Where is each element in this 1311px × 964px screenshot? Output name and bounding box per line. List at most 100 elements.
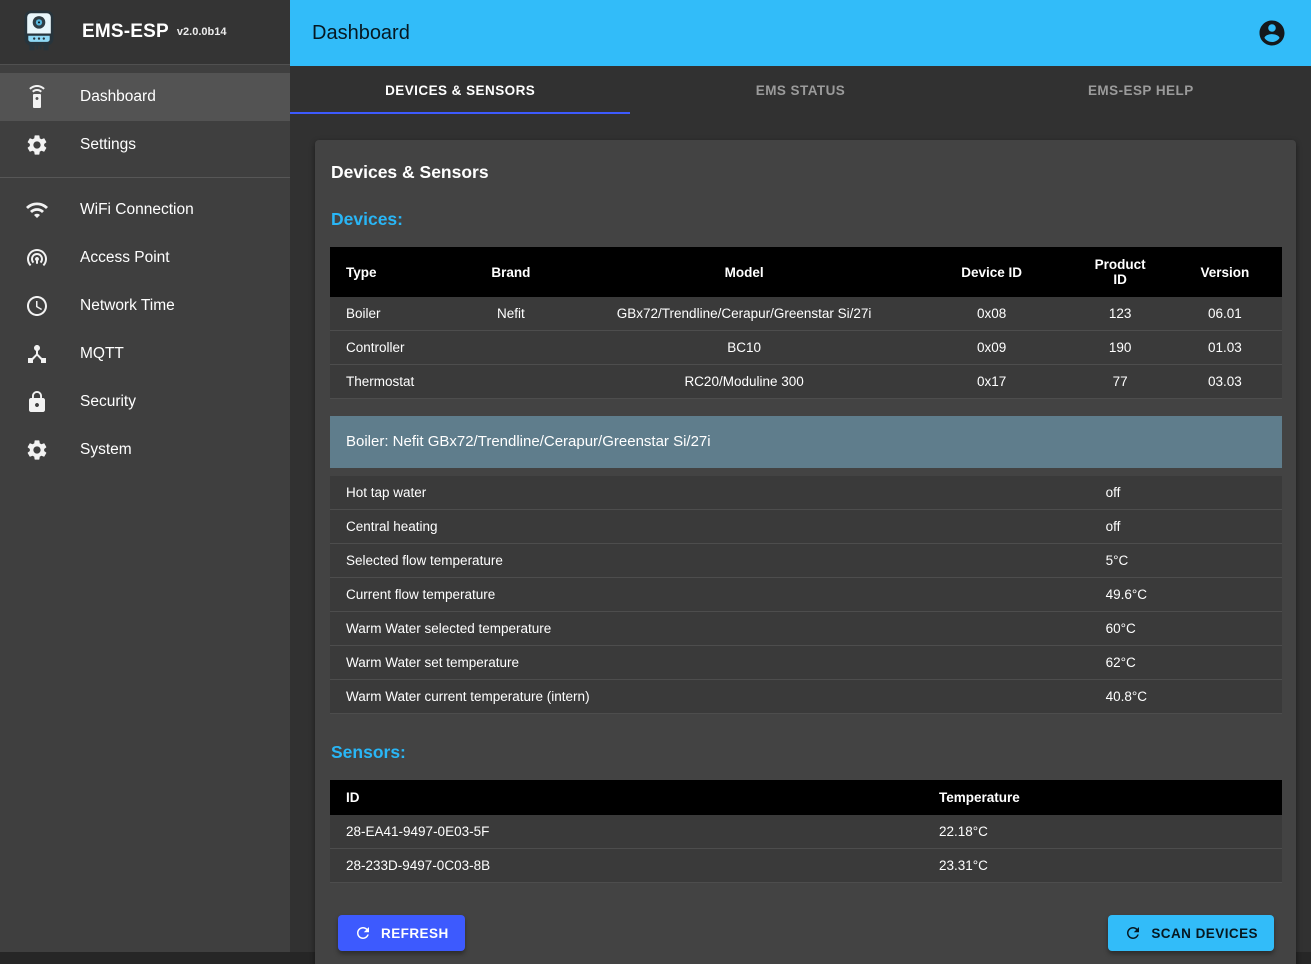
cell-metric-value: 40.8°C <box>1092 680 1282 714</box>
sidebar-item-security[interactable]: Security <box>0 378 290 426</box>
sidebar-item-label: MQTT <box>80 345 124 363</box>
column-header-type: Type <box>330 247 444 297</box>
column-header-version: Version <box>1168 247 1282 297</box>
column-header-model: Model <box>578 247 911 297</box>
clock-icon <box>25 294 49 318</box>
cell-brand: Nefit <box>444 297 577 331</box>
cell-device-id: 0x08 <box>911 297 1073 331</box>
cell-sensor-temperature: 23.31°C <box>925 849 1282 883</box>
sidebar-header: EMS-ESP v2.0.0b14 <box>0 0 290 65</box>
refresh-icon <box>354 924 372 942</box>
tab-devices-sensors[interactable]: DEVICES & SENSORS <box>290 66 630 114</box>
column-header-product-id: Product ID <box>1073 247 1168 297</box>
table-row: Warm Water set temperature 62°C <box>330 646 1282 680</box>
tab-ems-status[interactable]: EMS STATUS <box>630 66 970 114</box>
sidebar-item-label: Access Point <box>80 249 170 267</box>
account-circle-icon[interactable] <box>1257 18 1287 48</box>
devices-sensors-card: Devices & Sensors Devices: Type Brand Mo… <box>315 140 1296 964</box>
wifi-tethering-icon <box>25 246 49 270</box>
sidebar-item-access-point[interactable]: Access Point <box>0 234 290 282</box>
boiler-section-header: Boiler: Nefit GBx72/Trendline/Cerapur/Gr… <box>330 416 1282 468</box>
sidebar-item-settings[interactable]: Settings <box>0 121 290 169</box>
ems-esp-logo-icon <box>18 9 60 55</box>
sidebar-item-dashboard[interactable]: Dashboard <box>0 73 290 121</box>
cell-metric-name: Current flow temperature <box>330 578 1092 612</box>
content-scroll-area[interactable]: Devices & Sensors Devices: Type Brand Mo… <box>290 114 1311 964</box>
tab-bar: DEVICES & SENSORS EMS STATUS EMS-ESP HEL… <box>290 66 1311 114</box>
cell-type: Thermostat <box>330 365 444 399</box>
app-version: v2.0.0b14 <box>177 26 227 38</box>
cell-metric-value: 49.6°C <box>1092 578 1282 612</box>
refresh-icon <box>1124 924 1142 942</box>
cell-model: BC10 <box>578 331 911 365</box>
column-header-id: ID <box>330 780 925 815</box>
cell-product-id: 77 <box>1073 365 1168 399</box>
card-title: Devices & Sensors <box>331 162 1282 183</box>
sidebar-item-system[interactable]: System <box>0 426 290 474</box>
devices-table-header-row: Type Brand Model Device ID Product ID Ve… <box>330 247 1282 297</box>
gear-icon <box>25 133 49 157</box>
column-header-brand: Brand <box>444 247 577 297</box>
cell-metric-name: Hot tap water <box>330 476 1092 510</box>
table-row: Warm Water selected temperature 60°C <box>330 612 1282 646</box>
active-tab-indicator <box>290 112 630 114</box>
refresh-button[interactable]: REFRESH <box>338 915 465 951</box>
gear-icon <box>25 438 49 462</box>
table-row: Current flow temperature 49.6°C <box>330 578 1282 612</box>
cell-model: RC20/Moduline 300 <box>578 365 911 399</box>
sidebar-item-label: Security <box>80 393 136 411</box>
devices-table: Type Brand Model Device ID Product ID Ve… <box>330 247 1282 399</box>
devices-section-heading: Devices: <box>331 209 1282 230</box>
cell-metric-name: Warm Water set temperature <box>330 646 1092 680</box>
cell-version: 03.03 <box>1168 365 1282 399</box>
cell-model: GBx72/Trendline/Cerapur/Greenstar Si/27i <box>578 297 911 331</box>
sidebar-item-network-time[interactable]: Network Time <box>0 282 290 330</box>
cell-device-id: 0x17 <box>911 365 1073 399</box>
cell-metric-value: off <box>1092 510 1282 544</box>
cell-brand <box>444 365 577 399</box>
table-row: Central heating off <box>330 510 1282 544</box>
refresh-button-label: REFRESH <box>381 926 449 941</box>
column-header-device-id: Device ID <box>911 247 1073 297</box>
table-row: Boiler Nefit GBx72/Trendline/Cerapur/Gre… <box>330 297 1282 331</box>
cell-metric-value: 62°C <box>1092 646 1282 680</box>
sidebar: EMS-ESP v2.0.0b14 Dashboard Settings <box>0 0 290 952</box>
cell-product-id: 190 <box>1073 331 1168 365</box>
cell-version: 01.03 <box>1168 331 1282 365</box>
cell-product-id: 123 <box>1073 297 1168 331</box>
sidebar-item-label: Settings <box>80 136 136 154</box>
table-row: Thermostat RC20/Moduline 300 0x17 77 03.… <box>330 365 1282 399</box>
cell-type: Controller <box>330 331 444 365</box>
tab-ems-esp-help[interactable]: EMS-ESP HELP <box>971 66 1311 114</box>
topbar: Dashboard <box>290 0 1311 66</box>
cell-sensor-id: 28-233D-9497-0C03-8B <box>330 849 925 883</box>
table-row: 28-EA41-9497-0E03-5F 22.18°C <box>330 815 1282 849</box>
sensors-table: ID Temperature 28-EA41-9497-0E03-5F 22.1… <box>330 780 1282 883</box>
card-actions: REFRESH SCAN DEVICES <box>330 915 1282 951</box>
cell-metric-name: Warm Water current temperature (intern) <box>330 680 1092 714</box>
sidebar-item-label: Dashboard <box>80 88 156 106</box>
main-content: Dashboard DEVICES & SENSORS EMS STATUS E… <box>290 0 1311 952</box>
wifi-icon <box>25 198 49 222</box>
settings-remote-icon <box>25 85 49 109</box>
cell-metric-value: 60°C <box>1092 612 1282 646</box>
lock-icon <box>25 390 49 414</box>
cell-sensor-id: 28-EA41-9497-0E03-5F <box>330 815 925 849</box>
table-row: Hot tap water off <box>330 476 1282 510</box>
sidebar-nav: Dashboard Settings WiFi Connection Acces <box>0 65 290 474</box>
app-window: EMS-ESP v2.0.0b14 Dashboard Settings <box>0 0 1311 952</box>
table-row: Selected flow temperature 5°C <box>330 544 1282 578</box>
sidebar-item-label: WiFi Connection <box>80 201 194 219</box>
cell-metric-value: 5°C <box>1092 544 1282 578</box>
sensors-table-header-row: ID Temperature <box>330 780 1282 815</box>
sidebar-item-wifi-connection[interactable]: WiFi Connection <box>0 186 290 234</box>
table-row: 28-233D-9497-0C03-8B 23.31°C <box>330 849 1282 883</box>
sidebar-item-mqtt[interactable]: MQTT <box>0 330 290 378</box>
table-row: Controller BC10 0x09 190 01.03 <box>330 331 1282 365</box>
cell-version: 06.01 <box>1168 297 1282 331</box>
sidebar-item-label: System <box>80 441 132 459</box>
scan-devices-button[interactable]: SCAN DEVICES <box>1108 915 1274 951</box>
cell-metric-name: Selected flow temperature <box>330 544 1092 578</box>
page-title: Dashboard <box>312 22 410 45</box>
sidebar-item-label: Network Time <box>80 297 175 315</box>
